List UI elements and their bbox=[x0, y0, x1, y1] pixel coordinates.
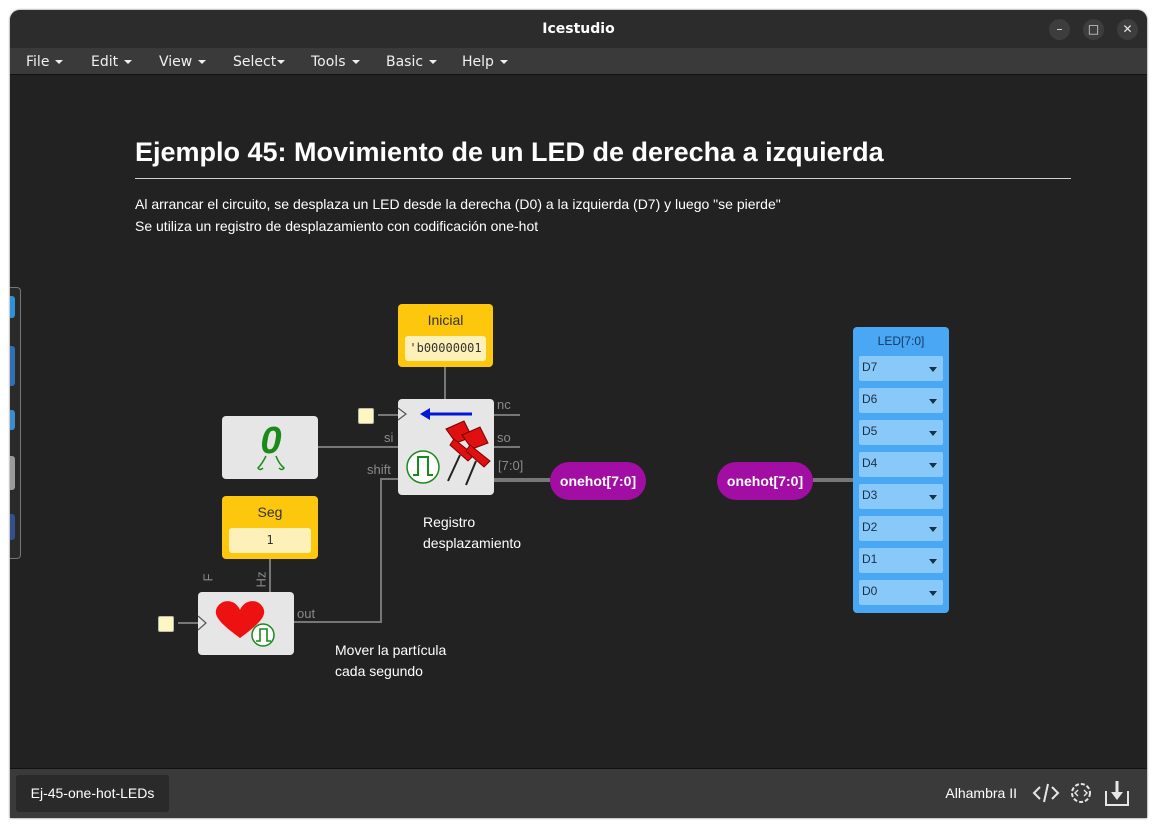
menu-view-label: View bbox=[159, 54, 193, 70]
led-pin-label: D5 bbox=[862, 424, 878, 438]
caret-down-icon bbox=[124, 60, 133, 64]
led-pin-select[interactable]: D7 bbox=[859, 356, 943, 381]
caret-down-icon bbox=[277, 60, 286, 64]
close-button[interactable]: ✕ bbox=[1117, 19, 1138, 40]
menu-view[interactable]: View bbox=[159, 54, 207, 70]
port-so-label: so bbox=[497, 430, 511, 445]
pushpin-icon bbox=[397, 407, 491, 486]
led-pin-label: D7 bbox=[862, 360, 878, 374]
port-nc-label: nc bbox=[497, 397, 511, 412]
shift-register-caption: Registro desplazamiento bbox=[423, 512, 521, 554]
footer-bar: Ej-45-one-hot-LEDs Alhambra II bbox=[10, 768, 1147, 818]
led-output-block[interactable]: LED[7:0] D7 D6 D5 D4 D3 D2 D1 D0 bbox=[853, 327, 949, 613]
clock-input-checkbox[interactable] bbox=[358, 408, 374, 424]
chevron-down-icon bbox=[929, 527, 937, 532]
svg-text:0: 0 bbox=[260, 420, 281, 462]
menu-tools[interactable]: Tools bbox=[311, 54, 360, 70]
heartbeat-block[interactable] bbox=[197, 592, 294, 655]
led-pin-select[interactable]: D5 bbox=[859, 420, 943, 445]
led-pin-select[interactable]: D3 bbox=[859, 484, 943, 509]
caret-down-icon bbox=[198, 60, 207, 64]
menu-file-label: File bbox=[26, 54, 50, 70]
menu-select[interactable]: Select bbox=[233, 54, 286, 70]
constant-seg-value[interactable]: 1 bbox=[229, 528, 311, 553]
constant-inicial-value[interactable]: 'b00000001 bbox=[405, 336, 486, 361]
menu-help-label: Help bbox=[462, 54, 494, 70]
led-pin-select[interactable]: D1 bbox=[859, 548, 943, 573]
menu-help[interactable]: Help bbox=[462, 54, 508, 70]
constant-seg-label: Seg bbox=[257, 504, 283, 520]
clock-input-checkbox[interactable] bbox=[158, 616, 174, 632]
chevron-down-icon bbox=[929, 463, 937, 468]
port-shift-label: shift bbox=[367, 462, 391, 477]
project-tab[interactable]: Ej-45-one-hot-LEDs bbox=[16, 775, 169, 812]
label-onehot-in[interactable]: onehot[7:0] bbox=[717, 462, 813, 500]
menu-edit[interactable]: Edit bbox=[91, 54, 133, 70]
menu-bar: File Edit View Select Tools Basic Help bbox=[10, 48, 1147, 75]
app-window: Icestudio – □ ✕ File Edit View Select To… bbox=[10, 10, 1147, 818]
menu-file[interactable]: File bbox=[26, 54, 64, 70]
led-pin-select[interactable]: D6 bbox=[859, 388, 943, 413]
download-icon[interactable] bbox=[1103, 779, 1131, 809]
chevron-down-icon bbox=[929, 559, 937, 564]
caret-down-icon bbox=[429, 60, 438, 64]
led-pin-label: D2 bbox=[862, 520, 878, 534]
led-block-header: LED[7:0] bbox=[877, 334, 925, 348]
window-title: Icestudio bbox=[542, 21, 615, 37]
led-pin-label: D0 bbox=[862, 584, 878, 598]
led-pin-label: D1 bbox=[862, 552, 878, 566]
chevron-down-icon bbox=[929, 399, 937, 404]
led-pin-select[interactable]: D2 bbox=[859, 516, 943, 541]
menu-basic[interactable]: Basic bbox=[386, 54, 438, 70]
title-bar: Icestudio – □ ✕ bbox=[10, 10, 1147, 48]
settings-icon[interactable] bbox=[1067, 779, 1095, 807]
shift-register-caption-line-1: Registro bbox=[423, 514, 476, 530]
zero-icon: 0 bbox=[257, 420, 286, 471]
caret-down-icon bbox=[499, 60, 508, 64]
shift-register-block[interactable] bbox=[397, 399, 494, 495]
led-pin-label: D3 bbox=[862, 488, 878, 502]
constant-seg[interactable]: Seg 1 bbox=[222, 496, 318, 559]
menu-basic-label: Basic bbox=[386, 54, 424, 70]
caret-down-icon bbox=[55, 60, 64, 64]
led-pin-label: D6 bbox=[862, 392, 878, 406]
code-icon[interactable] bbox=[1032, 779, 1060, 807]
chevron-down-icon bbox=[929, 495, 937, 500]
design-canvas[interactable]: Ejemplo 45: Movimiento de un LED de dere… bbox=[10, 75, 1147, 768]
led-pin-select[interactable]: D0 bbox=[859, 580, 943, 605]
port-si-label: si bbox=[384, 430, 394, 445]
chevron-down-icon bbox=[929, 431, 937, 436]
port-f-label: F bbox=[200, 573, 216, 582]
caret-down-icon bbox=[351, 60, 360, 64]
chevron-down-icon bbox=[929, 367, 937, 372]
wires bbox=[178, 366, 853, 624]
port-hz-label: Hz bbox=[253, 571, 269, 588]
menu-select-label: Select bbox=[233, 54, 277, 70]
shift-register-caption-line-2: desplazamiento bbox=[423, 535, 522, 551]
port-bus-label: [7:0] bbox=[498, 458, 524, 473]
maximize-button[interactable]: □ bbox=[1083, 19, 1104, 40]
heart-icon bbox=[197, 601, 275, 647]
constant-inicial-label: Inicial bbox=[427, 312, 464, 328]
led-pin-label: D4 bbox=[862, 456, 878, 470]
heartbeat-caption: Mover la partícula cada segundo bbox=[335, 640, 446, 682]
label-onehot-out[interactable]: onehot[7:0] bbox=[550, 462, 646, 500]
board-selector[interactable]: Alhambra II bbox=[945, 785, 1017, 801]
constant-inicial[interactable]: Inicial 'b00000001 bbox=[398, 304, 493, 367]
menu-tools-label: Tools bbox=[311, 54, 346, 70]
heartbeat-caption-line-2: cada segundo bbox=[335, 663, 423, 679]
heartbeat-caption-line-1: Mover la partícula bbox=[335, 642, 447, 658]
led-pin-select[interactable]: D4 bbox=[859, 452, 943, 477]
chevron-down-icon bbox=[929, 591, 937, 596]
port-out-label: out bbox=[297, 606, 316, 621]
constant-zero-block[interactable]: 0 bbox=[222, 416, 318, 479]
menu-edit-label: Edit bbox=[91, 54, 119, 70]
minimize-button[interactable]: – bbox=[1049, 19, 1070, 40]
